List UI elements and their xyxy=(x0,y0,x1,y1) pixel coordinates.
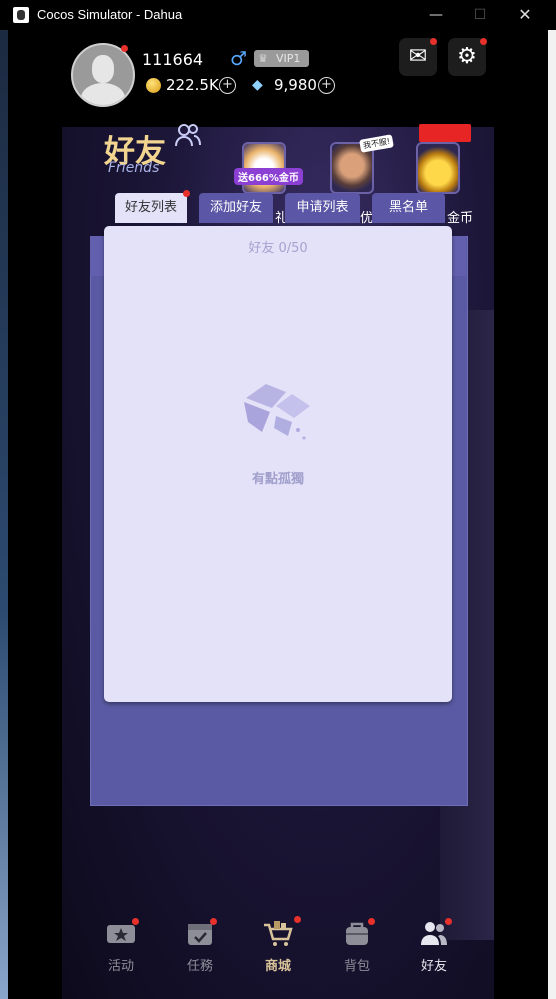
friends-icon xyxy=(174,122,202,150)
nav-badge-dot xyxy=(132,918,139,925)
player-avatar[interactable] xyxy=(71,43,135,107)
nav-label: 好友 xyxy=(420,959,447,974)
nav-shop[interactable]: 商城 xyxy=(250,915,306,975)
vip-badge[interactable]: ♛ VIP1 xyxy=(254,50,309,67)
tab-blacklist[interactable]: 黑名单 xyxy=(372,193,445,223)
nav-badge-dot xyxy=(210,918,217,925)
lucky-cat-promo[interactable]: 送666%金币 xyxy=(234,142,303,194)
player-name: 111664 xyxy=(142,50,204,69)
gold-coin-stack-icon xyxy=(416,142,460,194)
friend-count: 好友 0/50 xyxy=(248,241,308,256)
gold-coin-icon xyxy=(146,78,161,93)
friend-list-card: 好友 0/50 有點孤獨 xyxy=(104,226,452,702)
mail-badge-dot xyxy=(430,38,437,45)
diamond-balance: 9,980 xyxy=(274,76,317,94)
maximize-button[interactable]: ☐ xyxy=(466,4,494,26)
tab-friend-list[interactable]: 好友列表 xyxy=(115,193,187,223)
tab-add-friend[interactable]: 添加好友 xyxy=(199,193,273,223)
background-window-edge-left xyxy=(0,30,8,999)
settings-badge-dot xyxy=(480,38,487,45)
tab-badge-dot xyxy=(183,190,190,197)
nav-tasks[interactable]: 任務 xyxy=(172,915,228,975)
vip-label: VIP1 xyxy=(276,52,301,65)
crown-icon: ♛ xyxy=(258,52,268,65)
nav-label: 背包 xyxy=(343,959,370,974)
game-viewport: 111664 ♂ ♛ VIP1 222.5K + ◆ 9,980 + ✉ ⚙ 好… xyxy=(8,30,548,999)
gold-coins-promo[interactable] xyxy=(416,124,471,194)
promo-edge-label: 金币 xyxy=(447,211,474,226)
add-diamonds-button[interactable]: + xyxy=(318,77,335,94)
nav-badge-dot xyxy=(445,918,452,925)
window-title: Cocos Simulator - Dahua xyxy=(37,7,183,22)
diamond-icon: ◆ xyxy=(252,77,263,93)
minimize-button[interactable]: — xyxy=(422,4,450,26)
close-button[interactable]: ✕ xyxy=(511,4,539,26)
nav-activity[interactable]: 活动 xyxy=(93,915,149,975)
male-gender-icon: ♂ xyxy=(230,48,248,70)
nav-badge-dot xyxy=(368,918,375,925)
nav-backpack[interactable]: 背包 xyxy=(329,915,385,975)
add-coins-button[interactable]: + xyxy=(219,77,236,94)
tab-request-list[interactable]: 申请列表 xyxy=(285,193,360,223)
background-window-edge-right xyxy=(548,30,556,999)
nav-label: 活动 xyxy=(107,959,134,974)
page-subtitle: Friends xyxy=(108,160,160,176)
nav-label: 任務 xyxy=(186,959,213,974)
gear-icon: ⚙ xyxy=(457,44,477,69)
window-titlebar: Cocos Simulator - Dahua — ☐ ✕ xyxy=(0,0,556,30)
nav-label: 商城 xyxy=(264,959,291,974)
envelope-icon: ✉ xyxy=(408,44,428,69)
app-icon xyxy=(13,7,29,23)
empty-box-icon xyxy=(236,378,316,448)
red-banner xyxy=(419,124,471,142)
empty-state-text: 有點孤獨 xyxy=(251,472,304,487)
nav-badge-dot xyxy=(294,916,301,923)
avatar-badge-dot xyxy=(121,45,128,52)
character-promo[interactable]: 我不服! xyxy=(330,134,395,194)
shopping-cart-icon xyxy=(262,919,294,947)
nav-friends[interactable]: 好友 xyxy=(406,915,462,975)
promo-tag: 送666%金币 xyxy=(234,168,303,185)
coin-balance: 222.5K xyxy=(166,76,219,94)
